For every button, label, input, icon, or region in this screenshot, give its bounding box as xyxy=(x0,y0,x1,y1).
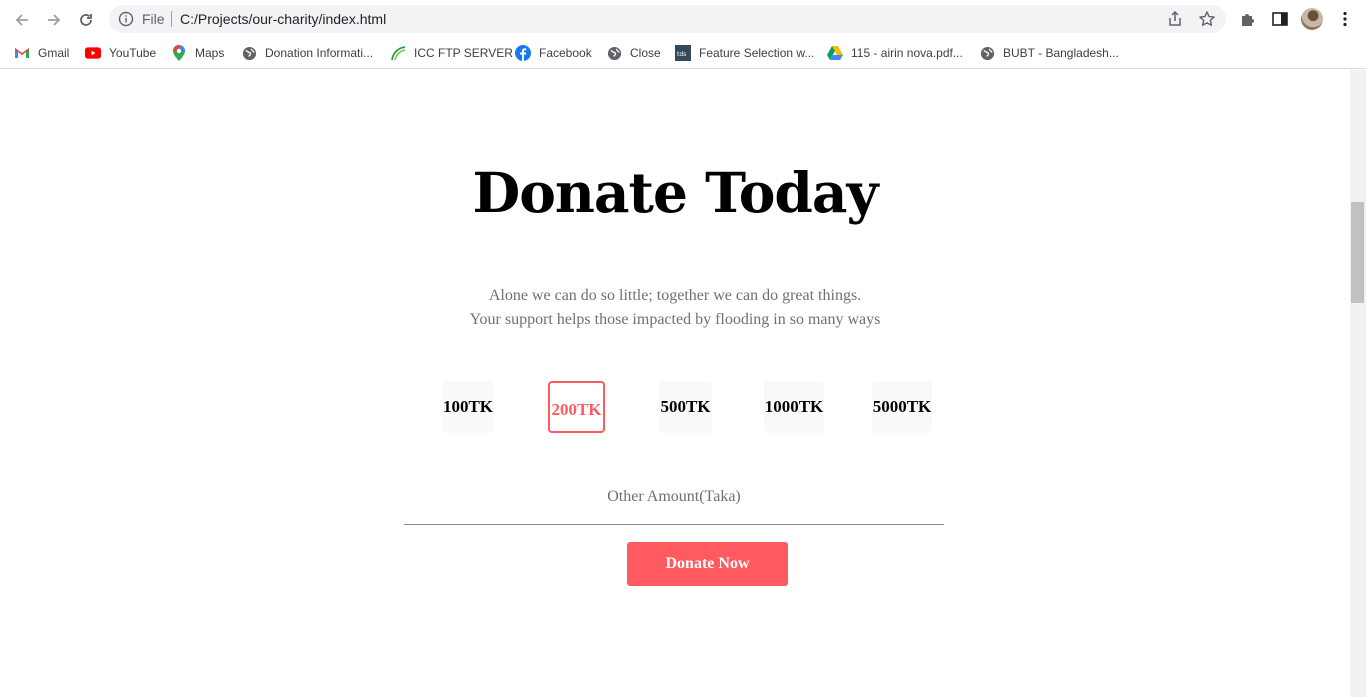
bookmark-label: Feature Selection w... xyxy=(699,46,815,60)
bookmark-label: 115 - airin nova.pdf... xyxy=(851,46,963,60)
bookmark-youtube[interactable]: YouTube xyxy=(85,42,156,64)
bookmark-feature-selection[interactable]: tds Feature Selection w... xyxy=(675,42,814,64)
scrollbar-thumb[interactable] xyxy=(1351,202,1364,303)
amount-option-500[interactable]: 500TK xyxy=(659,381,712,433)
url-text[interactable]: C:/Projects/our-charity/index.html xyxy=(180,11,386,27)
bookmark-label: BUBT - Bangladesh... xyxy=(1003,46,1119,60)
bookmarks-bar: Gmail YouTube Maps Donation Informati...… xyxy=(0,38,1366,69)
bookmark-label: Gmail xyxy=(38,46,70,60)
tagline-line-1: Alone we can do so little; together we c… xyxy=(488,287,862,304)
bookmark-label: YouTube xyxy=(109,46,157,60)
bookmark-label: ICC FTP SERVER xyxy=(414,46,513,60)
more-menu-icon[interactable] xyxy=(1336,10,1354,28)
donate-now-button[interactable]: Donate Now xyxy=(627,542,788,586)
amount-option-200[interactable]: 200TK xyxy=(548,381,605,433)
amount-option-5000[interactable]: 5000TK xyxy=(872,381,932,433)
gmail-icon xyxy=(14,45,30,61)
reload-button[interactable] xyxy=(73,7,99,33)
back-button[interactable] xyxy=(9,7,35,33)
side-panel-icon[interactable] xyxy=(1271,10,1289,28)
bookmark-facebook[interactable]: Facebook xyxy=(515,42,592,64)
bookmark-star-icon[interactable] xyxy=(1198,10,1216,28)
globe-icon xyxy=(606,45,622,61)
bookmark-label: Facebook xyxy=(539,46,592,60)
bookmark-donation-information[interactable]: Donation Informati... xyxy=(241,42,373,64)
forward-button[interactable] xyxy=(41,7,67,33)
share-icon[interactable] xyxy=(1166,10,1184,28)
amount-option-1000[interactable]: 1000TK xyxy=(764,381,824,433)
omnibox-divider xyxy=(171,11,172,27)
scheme-label: File xyxy=(142,11,165,27)
amount-option-100[interactable]: 100TK xyxy=(442,381,494,433)
bookmark-label: Close xyxy=(630,46,661,60)
google-drive-icon xyxy=(827,45,843,61)
scrollbar-track[interactable] xyxy=(1350,70,1366,697)
bookmark-airin-nova-pdf[interactable]: 115 - airin nova.pdf... xyxy=(827,42,963,64)
arrow-left-icon xyxy=(15,14,28,26)
reload-icon xyxy=(80,14,92,26)
arrow-right-icon xyxy=(48,14,61,26)
youtube-icon xyxy=(85,45,101,61)
bookmark-bubt[interactable]: BUBT - Bangladesh... xyxy=(979,42,1119,64)
page-title: Donate Today xyxy=(472,160,879,225)
globe-icon xyxy=(241,45,257,61)
icc-icon xyxy=(390,45,406,61)
bookmark-gmail[interactable]: Gmail xyxy=(14,42,69,64)
tds-icon: tds xyxy=(675,45,691,61)
bookmark-label: Maps xyxy=(195,46,225,60)
browser-toolbar: File C:/Projects/our-charity/index.html xyxy=(0,0,1366,38)
page-viewport: Donate Today Alone we can do so little; … xyxy=(0,70,1350,697)
address-bar[interactable]: File C:/Projects/our-charity/index.html xyxy=(109,5,1226,33)
facebook-icon xyxy=(515,45,531,61)
globe-icon xyxy=(979,45,995,61)
bookmark-close[interactable]: Close xyxy=(606,42,661,64)
profile-avatar[interactable] xyxy=(1301,8,1323,30)
bookmark-label: Donation Informati... xyxy=(265,46,374,60)
bookmark-maps[interactable]: Maps xyxy=(171,42,224,64)
maps-icon xyxy=(171,45,187,61)
bookmark-icc-ftp-server[interactable]: ICC FTP SERVER xyxy=(390,42,513,64)
svg-text:tds: tds xyxy=(677,51,686,58)
other-amount-input[interactable] xyxy=(404,482,944,525)
info-icon[interactable] xyxy=(118,11,134,27)
extensions-puzzle-icon[interactable] xyxy=(1239,10,1257,28)
tagline-line-2: Your support helps those impacted by flo… xyxy=(469,311,881,328)
